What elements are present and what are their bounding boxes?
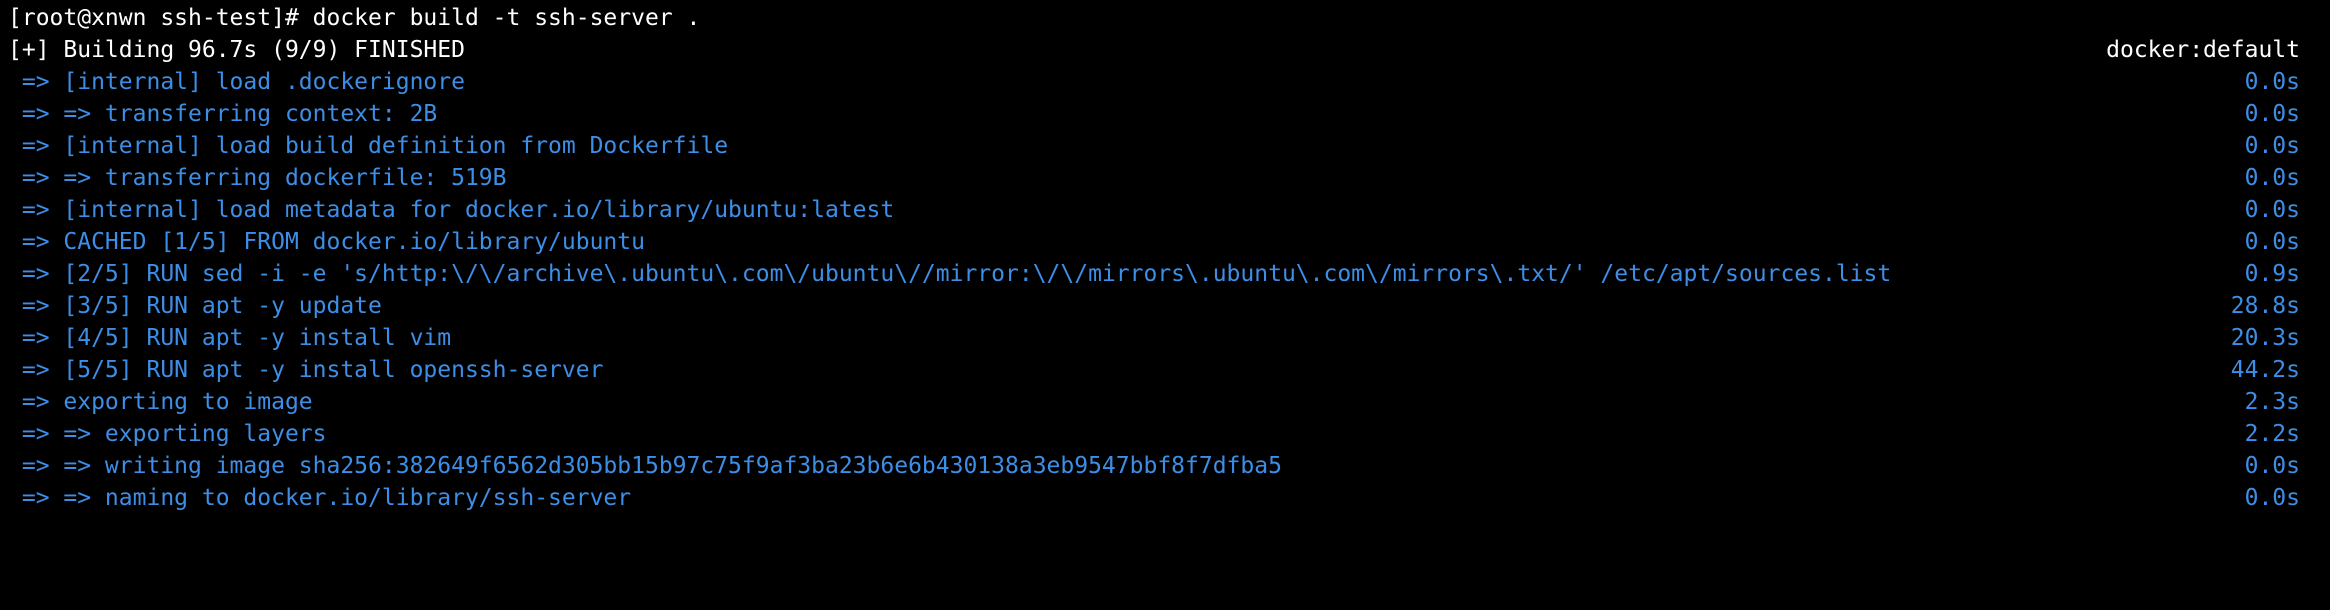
build-step-text: => [3/5] RUN apt -y update [8, 293, 382, 319]
build-step-text: => [internal] load metadata for docker.i… [8, 197, 895, 223]
build-step-time: 0.9s [2244, 261, 2300, 287]
build-step-time: 0.0s [2244, 453, 2300, 479]
build-step-line: => => exporting layers 2.2s [0, 418, 2330, 450]
build-step-time: 0.0s [2244, 197, 2300, 223]
build-step-time: 28.8s [2230, 293, 2300, 319]
build-step-line: => CACHED [1/5] FROM docker.io/library/u… [0, 226, 2330, 258]
build-step-time: 0.0s [2244, 69, 2300, 95]
build-step-text: => [internal] load build definition from… [8, 133, 729, 159]
build-step-line: => => transferring context: 2B 0.0s [0, 98, 2330, 130]
build-step-text: => [internal] load .dockerignore [8, 69, 465, 95]
build-step-time: 0.0s [2244, 101, 2300, 127]
build-step-text: => => exporting layers [8, 421, 327, 447]
command-text: [root@xnwn ssh-test]# docker build -t ss… [8, 5, 701, 31]
build-step-time: 44.2s [2230, 357, 2300, 383]
build-step-time: 0.0s [2244, 165, 2300, 191]
build-step-text: => exporting to image [8, 389, 313, 415]
build-step-line: => [internal] load metadata for docker.i… [0, 194, 2330, 226]
build-step-text: => => transferring dockerfile: 519B [8, 165, 507, 191]
build-step-line: => [2/5] RUN sed -i -e 's/http:\/\/archi… [0, 258, 2330, 290]
build-step-text: => => writing image sha256:382649f6562d3… [8, 453, 1282, 479]
build-step-line: => [3/5] RUN apt -y update 28.8s [0, 290, 2330, 322]
build-step-text: => CACHED [1/5] FROM docker.io/library/u… [8, 229, 645, 255]
build-step-line: => [5/5] RUN apt -y install openssh-serv… [0, 354, 2330, 386]
builder-name: docker:default [2106, 37, 2300, 63]
build-status-text: [+] Building 96.7s (9/9) FINISHED [8, 37, 465, 63]
build-step-line: => => naming to docker.io/library/ssh-se… [0, 482, 2330, 514]
build-step-line: => [4/5] RUN apt -y install vim 20.3s [0, 322, 2330, 354]
build-step-text: => [4/5] RUN apt -y install vim [8, 325, 452, 351]
terminal-window[interactable]: [root@xnwn ssh-test]# docker build -t ss… [0, 0, 2330, 513]
build-step-line: => [internal] load build definition from… [0, 130, 2330, 162]
build-step-text: => [2/5] RUN sed -i -e 's/http:\/\/archi… [8, 261, 1892, 287]
build-step-line: => => transferring dockerfile: 519B 0.0s [0, 162, 2330, 194]
build-status-line: [+] Building 96.7s (9/9) FINISHED docker… [0, 34, 2330, 66]
build-step-text: => => naming to docker.io/library/ssh-se… [8, 485, 632, 511]
build-step-text: => => transferring context: 2B [8, 101, 438, 127]
command-line: [root@xnwn ssh-test]# docker build -t ss… [0, 2, 2330, 34]
build-step-text: => [5/5] RUN apt -y install openssh-serv… [8, 357, 604, 383]
build-step-line: => [internal] load .dockerignore 0.0s [0, 66, 2330, 98]
build-step-time: 2.2s [2244, 421, 2300, 447]
build-step-line: => exporting to image 2.3s [0, 386, 2330, 418]
build-step-time: 0.0s [2244, 133, 2300, 159]
build-step-line: => => writing image sha256:382649f6562d3… [0, 450, 2330, 482]
build-step-time: 20.3s [2230, 325, 2300, 351]
build-step-time: 2.3s [2244, 389, 2300, 415]
build-step-time: 0.0s [2244, 229, 2300, 255]
build-step-time: 0.0s [2244, 485, 2300, 511]
